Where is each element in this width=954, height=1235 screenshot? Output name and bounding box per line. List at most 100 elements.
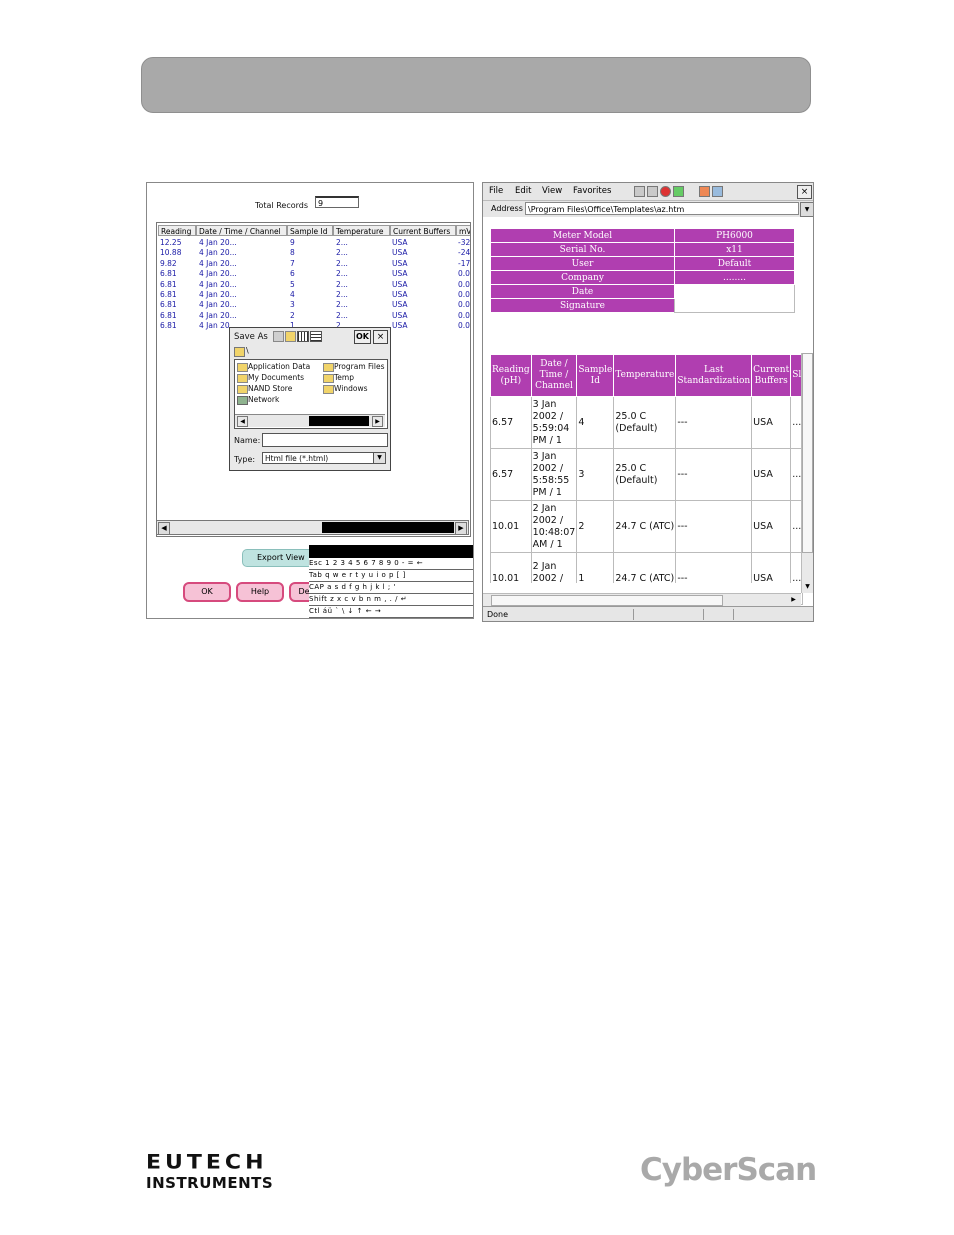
- cyberscan-logo: CyberScan: [640, 1152, 817, 1188]
- folder-icon: [323, 374, 334, 383]
- forward-icon[interactable]: [647, 186, 658, 197]
- browser-vertical-scrollbar[interactable]: ▼: [801, 353, 813, 593]
- folder-item[interactable]: Windows: [334, 384, 367, 393]
- scroll-thumb[interactable]: [802, 353, 813, 553]
- dialog-close-button[interactable]: ×: [373, 330, 388, 344]
- folder-item[interactable]: Network: [248, 395, 279, 404]
- address-bar: Address \Program Files\Office\Templates\…: [483, 201, 813, 217]
- menu-bar: File Edit View Favorites ×: [483, 183, 813, 201]
- table-row[interactable]: 9.82 4 Jan 20... 7 2... USA -17: [160, 259, 470, 269]
- keyboard-row[interactable]: Shift z x c v b n m , . / ↵: [309, 594, 473, 606]
- col-header-datetime[interactable]: Date / Time / Channel: [196, 225, 287, 236]
- export-view-button[interactable]: Export View: [242, 549, 317, 567]
- menu-view[interactable]: View: [542, 183, 562, 200]
- chevron-down-icon[interactable]: ▼: [800, 202, 813, 217]
- col-header-standardization: Last Standardization: [675, 354, 753, 397]
- home-icon[interactable]: [699, 186, 710, 197]
- col-header-buffers[interactable]: Current Buffers: [390, 225, 456, 236]
- meta-label: Date: [490, 284, 675, 299]
- records-body: 12.25 4 Jan 20... 9 2... USA -32 10.88 4 Jan 2…: [160, 238, 470, 332]
- scroll-right-icon[interactable]: ▶: [372, 416, 383, 427]
- table-row[interactable]: 10.88 4 Jan 20... 8 2... USA -24: [160, 248, 470, 258]
- folder-icon: [234, 347, 245, 357]
- details-view-icon[interactable]: [310, 331, 322, 342]
- folder-item[interactable]: Temp: [334, 373, 354, 382]
- col-header-temperature[interactable]: Temperature: [333, 225, 390, 236]
- dialog-title: Save As: [234, 332, 268, 342]
- meta-label: Meter Model: [490, 228, 675, 243]
- new-folder-icon[interactable]: [285, 331, 296, 342]
- current-path: \: [246, 346, 249, 355]
- help-button[interactable]: Help: [236, 582, 284, 602]
- meta-label: Serial No.: [490, 242, 675, 257]
- keyboard-row[interactable]: CAP a s d f g h j k l ; ': [309, 582, 473, 594]
- list-view-icon[interactable]: [297, 331, 309, 342]
- folder-item[interactable]: My Documents: [248, 373, 304, 382]
- table-horizontal-scrollbar[interactable]: ◀ ▶: [156, 520, 469, 535]
- scroll-left-icon[interactable]: ◀: [158, 522, 170, 535]
- meta-value: x11: [674, 242, 795, 257]
- browser-horizontal-scrollbar[interactable]: ▶: [483, 593, 801, 606]
- scroll-thumb[interactable]: [322, 522, 454, 533]
- folder-item[interactable]: Program Files: [334, 362, 385, 371]
- col-header-datetime: Date / Time / Channel: [530, 354, 578, 397]
- refresh-icon[interactable]: [673, 186, 684, 197]
- browser-close-button[interactable]: ×: [797, 185, 812, 199]
- save-as-dialog: Save As OK × \ Application Data Program …: [229, 327, 391, 471]
- scroll-down-icon[interactable]: ▼: [802, 581, 813, 592]
- col-header-mv[interactable]: mV: [456, 225, 470, 236]
- col-header-buffers: Current Buffers: [751, 354, 792, 397]
- table-row[interactable]: 12.25 4 Jan 20... 9 2... USA -32: [160, 238, 470, 248]
- folder-item[interactable]: NAND Store: [248, 384, 292, 393]
- keyboard-row[interactable]: Esc 1 2 3 4 5 6 7 8 9 0 - = ←: [309, 558, 473, 570]
- folder-icon: [237, 385, 248, 394]
- history-icon[interactable]: [712, 186, 723, 197]
- ok-button[interactable]: OK: [183, 582, 231, 602]
- up-folder-icon[interactable]: [273, 331, 284, 342]
- folder-list-scrollbar[interactable]: ◀ ▶: [235, 414, 385, 427]
- folder-icon: [323, 363, 334, 372]
- col-header-sample[interactable]: Sample Id: [287, 225, 333, 236]
- col-header-reading: Reading (pH): [490, 354, 532, 397]
- chevron-down-icon[interactable]: ▼: [373, 453, 385, 463]
- status-divider: [733, 609, 734, 620]
- meter-info-table: Meter Model PH6000 Serial No. x11 User Defa…: [490, 228, 795, 313]
- stop-icon[interactable]: [660, 186, 671, 197]
- folder-item[interactable]: Application Data: [248, 362, 310, 371]
- network-icon: [237, 396, 248, 405]
- meta-label: User: [490, 256, 675, 271]
- menu-favorites[interactable]: Favorites: [573, 183, 611, 200]
- table-row: 10.01 2 Jan 2002 / 10:48:07 AM / 1 2 24.7 C…: [490, 500, 804, 553]
- scroll-thumb[interactable]: [491, 595, 723, 606]
- logo-instruments-text: INSTRUMENTS: [146, 1174, 274, 1192]
- table-row[interactable]: 6.81 4 Jan 20... 6 2... USA 0.0: [160, 269, 470, 279]
- table-row[interactable]: 6.81 4 Jan 20... 5 2... USA 0.0: [160, 280, 470, 290]
- total-records-field[interactable]: 9: [315, 196, 359, 208]
- scroll-right-icon[interactable]: ▶: [788, 594, 799, 605]
- menu-edit[interactable]: Edit: [515, 183, 531, 200]
- scroll-right-icon[interactable]: ▶: [455, 522, 467, 535]
- address-input[interactable]: \Program Files\Office\Templates\az.htm: [525, 202, 799, 215]
- dialog-ok-button[interactable]: OK: [354, 330, 371, 344]
- status-bar: Done: [483, 606, 813, 621]
- folder-icon: [237, 374, 248, 383]
- soft-keyboard[interactable]: Esc 1 2 3 4 5 6 7 8 9 0 - = ← Tab q w e …: [309, 545, 473, 618]
- meta-label: Company: [490, 270, 675, 285]
- scroll-left-icon[interactable]: ◀: [237, 416, 248, 427]
- total-records-label: Total Records: [255, 201, 309, 210]
- keyboard-row[interactable]: Ctl áü ` \ ↓ ↑ ← →: [309, 606, 473, 618]
- table-row[interactable]: 6.81 4 Jan 20... 4 2... USA 0.0: [160, 290, 470, 300]
- meta-label: Signature: [490, 298, 675, 313]
- table-row[interactable]: 6.81 4 Jan 20... 2 2... USA 0.0: [160, 311, 470, 321]
- scroll-thumb[interactable]: [309, 416, 369, 426]
- type-select[interactable]: Html file (*.html) ▼: [262, 452, 386, 464]
- back-icon[interactable]: [634, 186, 645, 197]
- col-header-reading[interactable]: Reading: [158, 225, 196, 236]
- table-row[interactable]: 6.81 4 Jan 20... 3 2... USA 0.0: [160, 300, 470, 310]
- status-divider: [633, 609, 634, 620]
- logo-eutech-text: EUTECH: [146, 1151, 268, 1174]
- menu-file[interactable]: File: [489, 183, 503, 200]
- name-input[interactable]: [262, 433, 388, 447]
- meta-value: ........: [674, 270, 795, 285]
- keyboard-row[interactable]: Tab q w e r t y u i o p [ ]: [309, 570, 473, 582]
